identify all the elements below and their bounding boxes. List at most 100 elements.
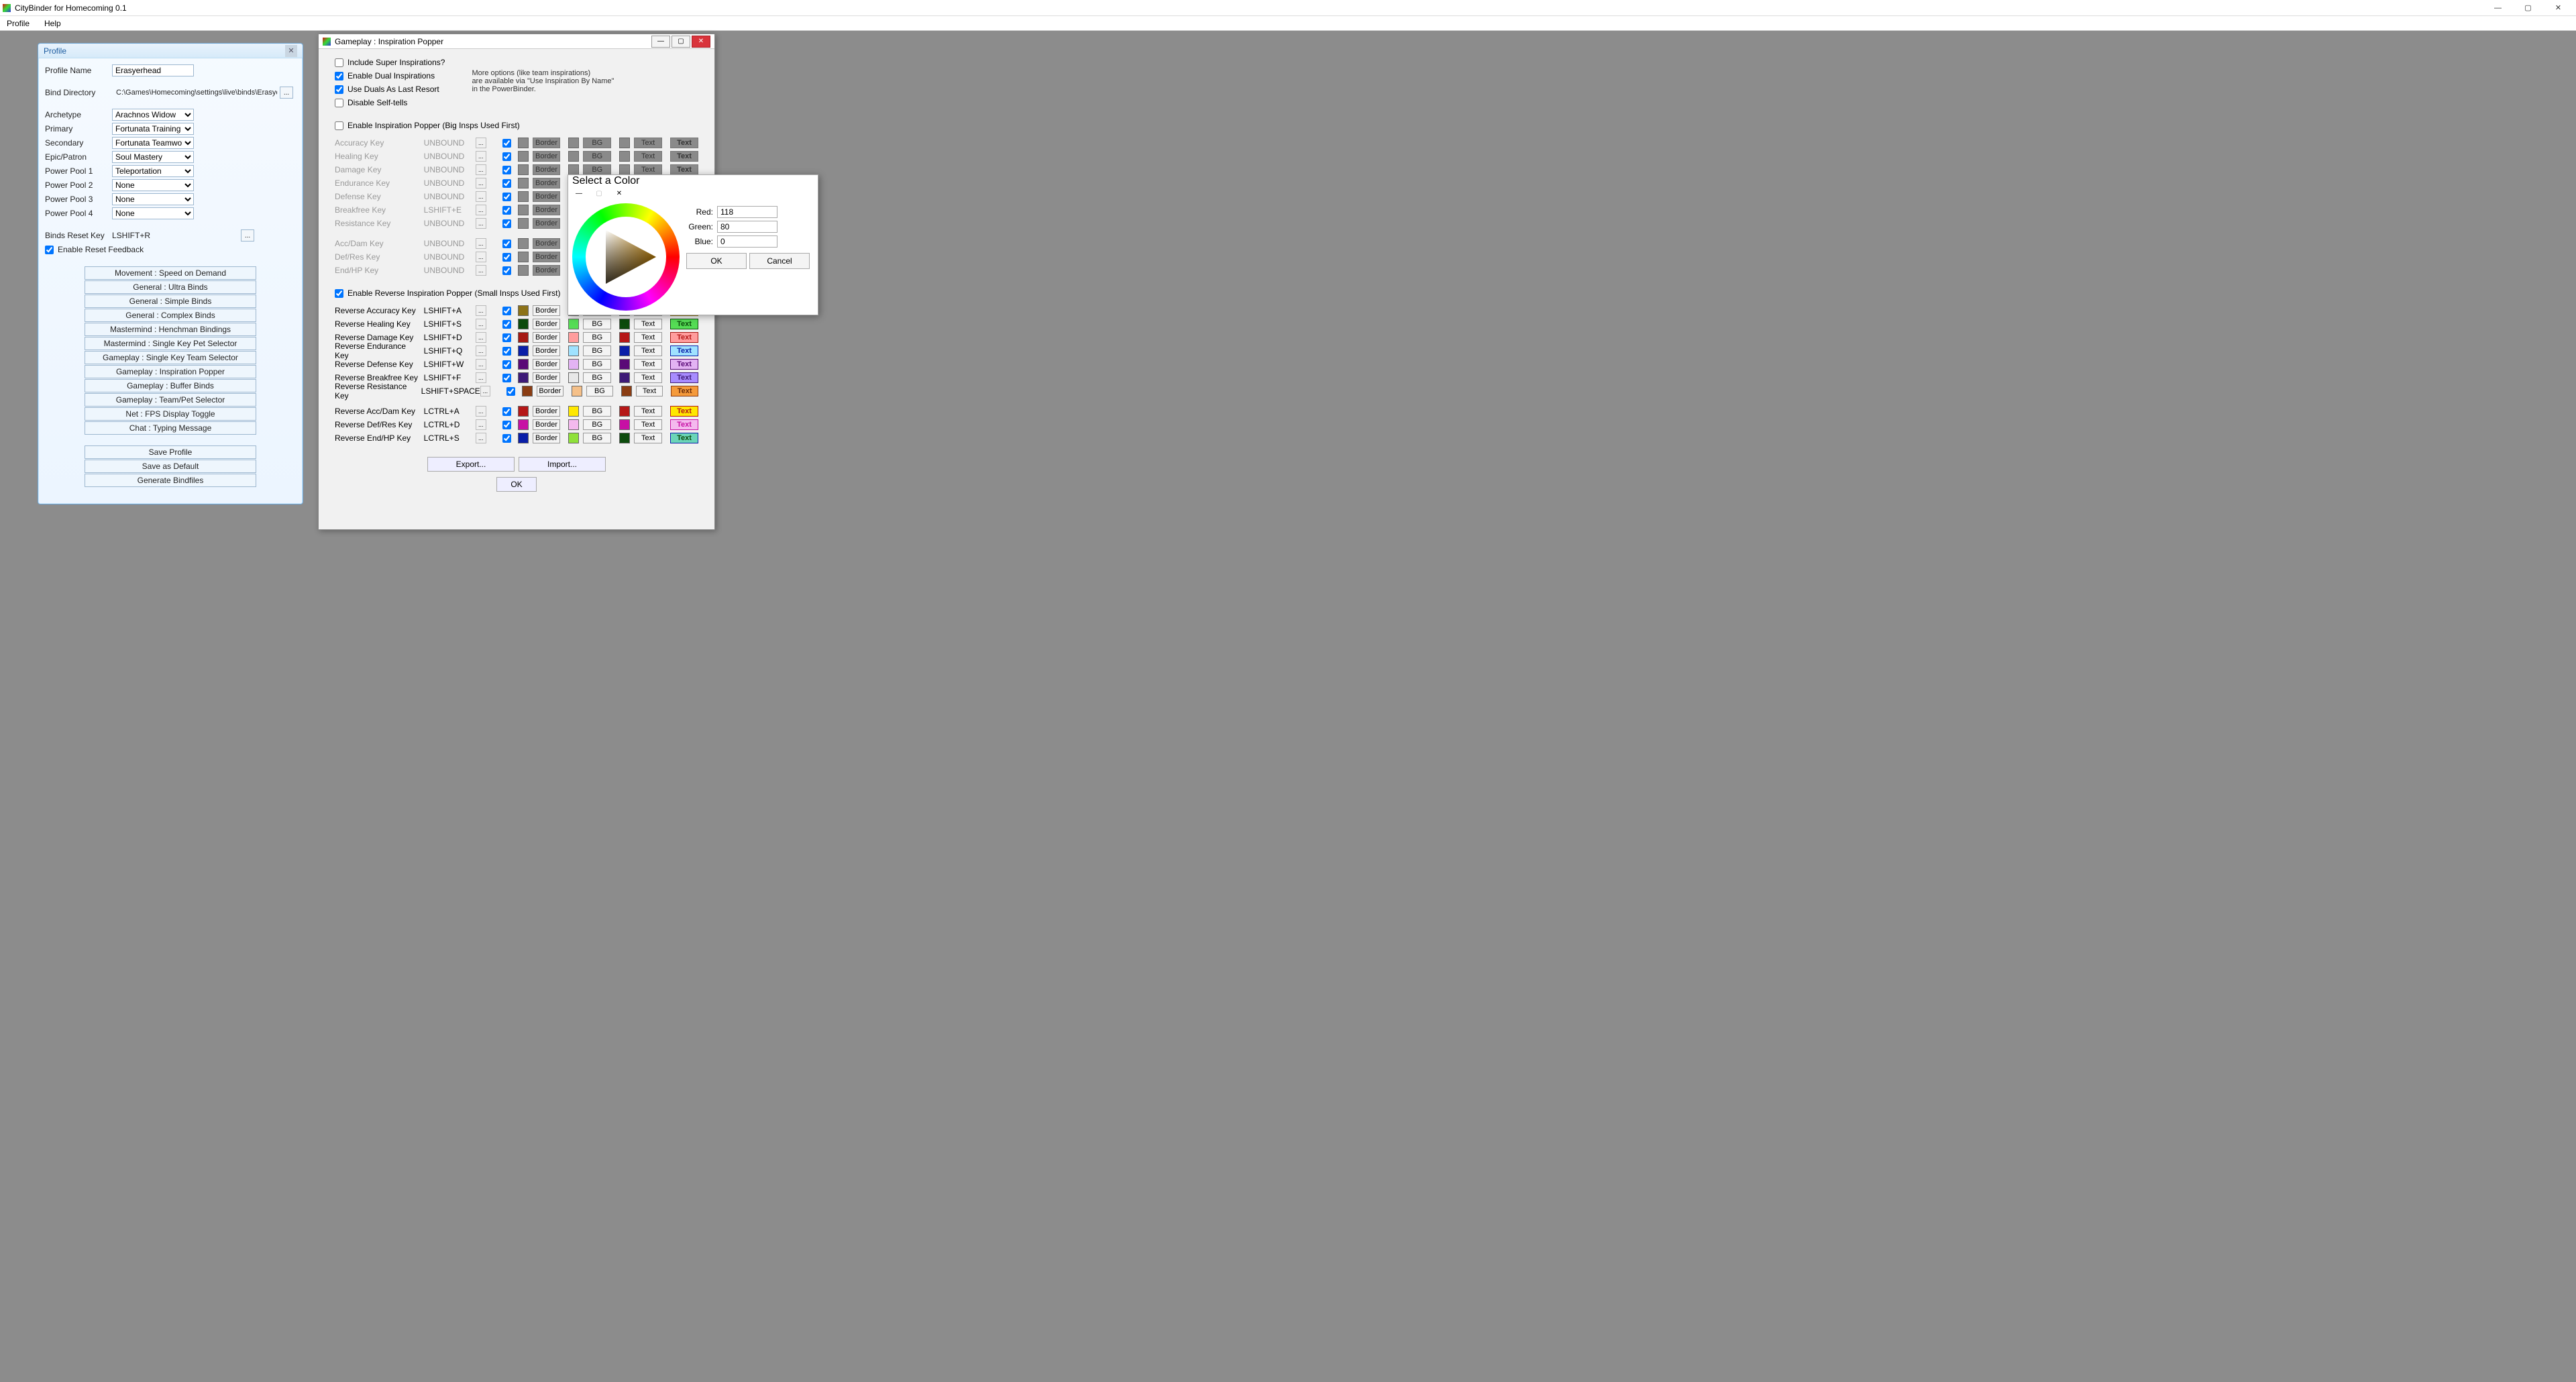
rev-border-swatch-0[interactable] <box>518 305 529 316</box>
rev-text-swatch-4[interactable] <box>619 359 630 370</box>
rev-bg-btn-4[interactable]: BG <box>583 359 611 370</box>
rev-use-2[interactable] <box>502 333 511 342</box>
rev2-use-0[interactable] <box>502 407 511 416</box>
rev-bg-swatch-5[interactable] <box>568 372 579 383</box>
popper-ellip-3[interactable]: ... <box>476 178 486 189</box>
popper-ellip-4[interactable]: ... <box>476 191 486 202</box>
module-3[interactable]: General : Complex Binds <box>85 309 256 322</box>
rev-tag-3[interactable]: Text <box>670 346 698 356</box>
popper-tag-0[interactable]: Text <box>670 138 698 148</box>
top-opt-check-1[interactable] <box>335 72 343 81</box>
profile-name-input[interactable] <box>112 64 194 76</box>
rev-border-btn-6[interactable]: Border <box>537 386 564 396</box>
export-button[interactable]: Export... <box>427 457 515 472</box>
popper-bg-btn-0[interactable]: BG <box>583 138 611 148</box>
module-10[interactable]: Net : FPS Display Toggle <box>85 407 256 421</box>
popper-use-3[interactable] <box>502 179 511 188</box>
rev-text-swatch-6[interactable] <box>621 386 631 396</box>
rev2-text-btn-2[interactable]: Text <box>634 433 662 443</box>
gameplay-close[interactable]: ✕ <box>692 36 710 48</box>
module-2[interactable]: General : Simple Binds <box>85 295 256 308</box>
rev-bg-swatch-6[interactable] <box>572 386 582 396</box>
popper-use-1[interactable] <box>502 152 511 161</box>
rev-ellip-4[interactable]: ... <box>476 359 486 370</box>
rev-use-0[interactable] <box>502 307 511 315</box>
green-input[interactable] <box>717 221 777 233</box>
popper-tag-2[interactable]: Text <box>670 164 698 175</box>
rev2-border-swatch-0[interactable] <box>518 406 529 417</box>
popper-ellip-6[interactable]: ... <box>476 218 486 229</box>
rev2-text-swatch-2[interactable] <box>619 433 630 443</box>
popper-border-btn-2[interactable]: Border <box>533 265 561 276</box>
color-wheel[interactable] <box>572 203 680 311</box>
rev-ellip-0[interactable]: ... <box>476 305 486 316</box>
gameplay-min[interactable]: — <box>651 36 670 48</box>
rev-border-swatch-4[interactable] <box>518 359 529 370</box>
popper-ellip-0[interactable]: ... <box>476 238 486 249</box>
rev-bg-btn-5[interactable]: BG <box>583 372 611 383</box>
popper-border-btn-3[interactable]: Border <box>533 178 561 189</box>
rev-border-btn-5[interactable]: Border <box>533 372 561 383</box>
close-button[interactable]: ✕ <box>2543 1 2573 15</box>
popper-use-2[interactable] <box>502 266 511 275</box>
popper-bg-btn-1[interactable]: BG <box>583 151 611 162</box>
rev-border-btn-4[interactable]: Border <box>533 359 561 370</box>
rev2-tag-2[interactable]: Text <box>670 433 698 443</box>
rev2-border-swatch-2[interactable] <box>518 433 529 443</box>
rev2-bg-btn-0[interactable]: BG <box>583 406 611 417</box>
popper-use-2[interactable] <box>502 166 511 174</box>
rev-ellip-6[interactable]: ... <box>480 386 490 396</box>
field-select-6[interactable]: None <box>112 193 194 205</box>
rev-text-swatch-1[interactable] <box>619 319 630 329</box>
rev-text-btn-2[interactable]: Text <box>634 332 662 343</box>
rev-bg-swatch-3[interactable] <box>568 346 579 356</box>
popper-use-0[interactable] <box>502 139 511 148</box>
rev-bg-swatch-1[interactable] <box>568 319 579 329</box>
rev2-bg-swatch-2[interactable] <box>568 433 579 443</box>
rev-text-btn-5[interactable]: Text <box>634 372 662 383</box>
popper-border-swatch-5[interactable] <box>518 205 529 215</box>
field-select-0[interactable]: Arachnos Widow <box>112 109 194 121</box>
rev2-text-btn-1[interactable]: Text <box>634 419 662 430</box>
popper-border-btn-5[interactable]: Border <box>533 205 561 215</box>
rev-use-3[interactable] <box>502 347 511 356</box>
popper-tag-1[interactable]: Text <box>670 151 698 162</box>
rev-border-swatch-1[interactable] <box>518 319 529 329</box>
popper-border-btn-4[interactable]: Border <box>533 191 561 202</box>
rev-text-btn-4[interactable]: Text <box>634 359 662 370</box>
bind-dir-browse[interactable]: ... <box>280 87 293 99</box>
popper-text-btn-0[interactable]: Text <box>634 138 662 148</box>
top-opt-check-2[interactable] <box>335 85 343 94</box>
field-select-1[interactable]: Fortunata Training <box>112 123 194 135</box>
rev-tag-2[interactable]: Text <box>670 332 698 343</box>
rev-ellip-1[interactable]: ... <box>476 319 486 329</box>
popper-bg-swatch-2[interactable] <box>568 164 579 175</box>
rev-tag-5[interactable]: Text <box>670 372 698 383</box>
popper-text-btn-2[interactable]: Text <box>634 164 662 175</box>
popper-border-swatch-2[interactable] <box>518 265 529 276</box>
rev-ellip-2[interactable]: ... <box>476 332 486 343</box>
rev-bg-btn-2[interactable]: BG <box>583 332 611 343</box>
rev-border-btn-3[interactable]: Border <box>533 346 561 356</box>
popper-text-swatch-1[interactable] <box>619 151 630 162</box>
popper-ellip-1[interactable]: ... <box>476 252 486 262</box>
rev-border-swatch-5[interactable] <box>518 372 529 383</box>
maximize-button[interactable]: ▢ <box>2513 1 2543 15</box>
popper-ellip-0[interactable]: ... <box>476 138 486 148</box>
popper-ellip-2[interactable]: ... <box>476 265 486 276</box>
rev-bg-swatch-4[interactable] <box>568 359 579 370</box>
rev2-bg-swatch-1[interactable] <box>568 419 579 430</box>
rev-ellip-3[interactable]: ... <box>476 346 486 356</box>
popper-bg-btn-2[interactable]: BG <box>583 164 611 175</box>
gameplay-max[interactable]: ▢ <box>672 36 690 48</box>
top-opt-check-3[interactable] <box>335 99 343 107</box>
rev2-text-btn-0[interactable]: Text <box>634 406 662 417</box>
popper-border-swatch-1[interactable] <box>518 151 529 162</box>
color-min[interactable]: — <box>570 187 588 199</box>
rev-tag-1[interactable]: Text <box>670 319 698 329</box>
rev-border-btn-0[interactable]: Border <box>533 305 561 316</box>
enable-popper-check[interactable] <box>335 121 343 130</box>
reset-key-browse[interactable]: ... <box>241 229 254 242</box>
popper-text-swatch-0[interactable] <box>619 138 630 148</box>
rev2-bg-btn-2[interactable]: BG <box>583 433 611 443</box>
